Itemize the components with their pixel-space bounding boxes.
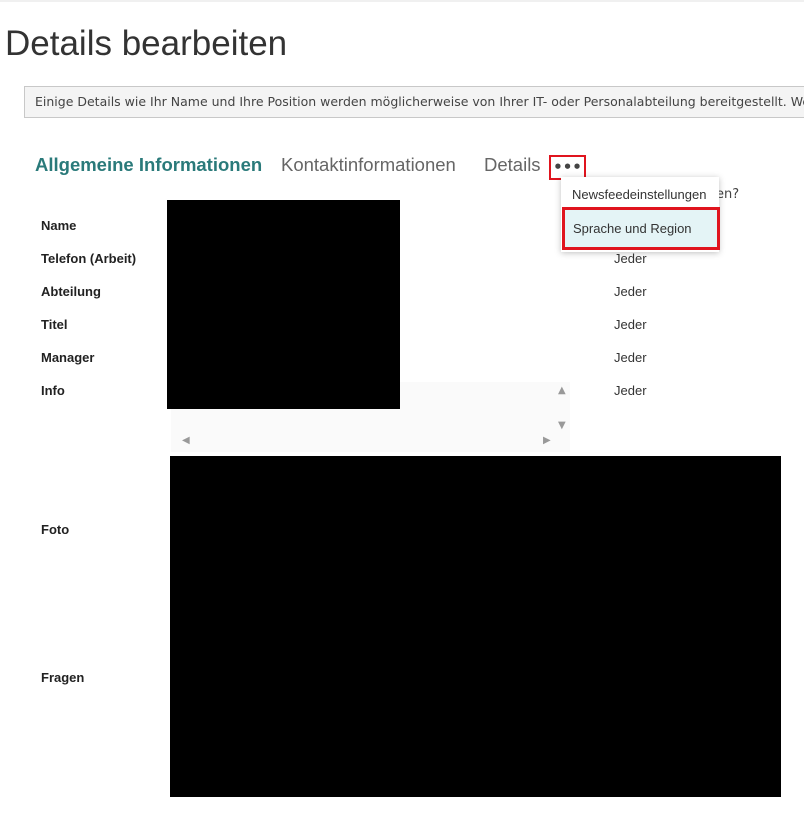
field-label-title: Titel — [41, 317, 68, 332]
field-label-name: Name — [41, 218, 77, 233]
field-label-manager: Manager — [41, 350, 95, 365]
triangle-left-icon[interactable]: ◀ — [182, 436, 190, 446]
field-label-photo: Foto — [41, 522, 70, 537]
triangle-up-icon[interactable]: ▲ — [558, 386, 566, 396]
visibility-title[interactable]: Jeder — [614, 317, 647, 332]
ellipsis-icon: ••• — [553, 158, 582, 176]
field-label-questions: Fragen — [41, 670, 85, 685]
triangle-down-icon[interactable]: ▼ — [558, 421, 566, 431]
redacted-photo-questions-block — [170, 456, 781, 797]
triangle-right-icon[interactable]: ▶ — [543, 436, 551, 446]
visibility-work-phone[interactable]: Jeder — [614, 251, 647, 266]
field-label-department: Abteilung — [41, 284, 101, 299]
tab-details[interactable]: Details — [484, 154, 541, 176]
field-label-info: Info — [41, 383, 65, 398]
tab-general-info[interactable]: Allgemeine Informationen — [35, 154, 262, 176]
visibility-header-fragment: en? — [716, 187, 740, 202]
menu-item-language-region[interactable]: Sprache und Region — [562, 207, 720, 250]
info-notice: Einige Details wie Ihr Name und Ihre Pos… — [24, 86, 804, 118]
visibility-department[interactable]: Jeder — [614, 284, 647, 299]
tab-contact-info[interactable]: Kontaktinformationen — [281, 154, 456, 176]
visibility-info[interactable]: Jeder — [614, 383, 647, 398]
page-title: Details bearbeiten — [5, 24, 288, 63]
top-rule — [0, 0, 804, 2]
field-label-work-phone: Telefon (Arbeit) — [41, 251, 137, 266]
visibility-manager[interactable]: Jeder — [614, 350, 647, 365]
redacted-fields-block — [167, 200, 400, 409]
